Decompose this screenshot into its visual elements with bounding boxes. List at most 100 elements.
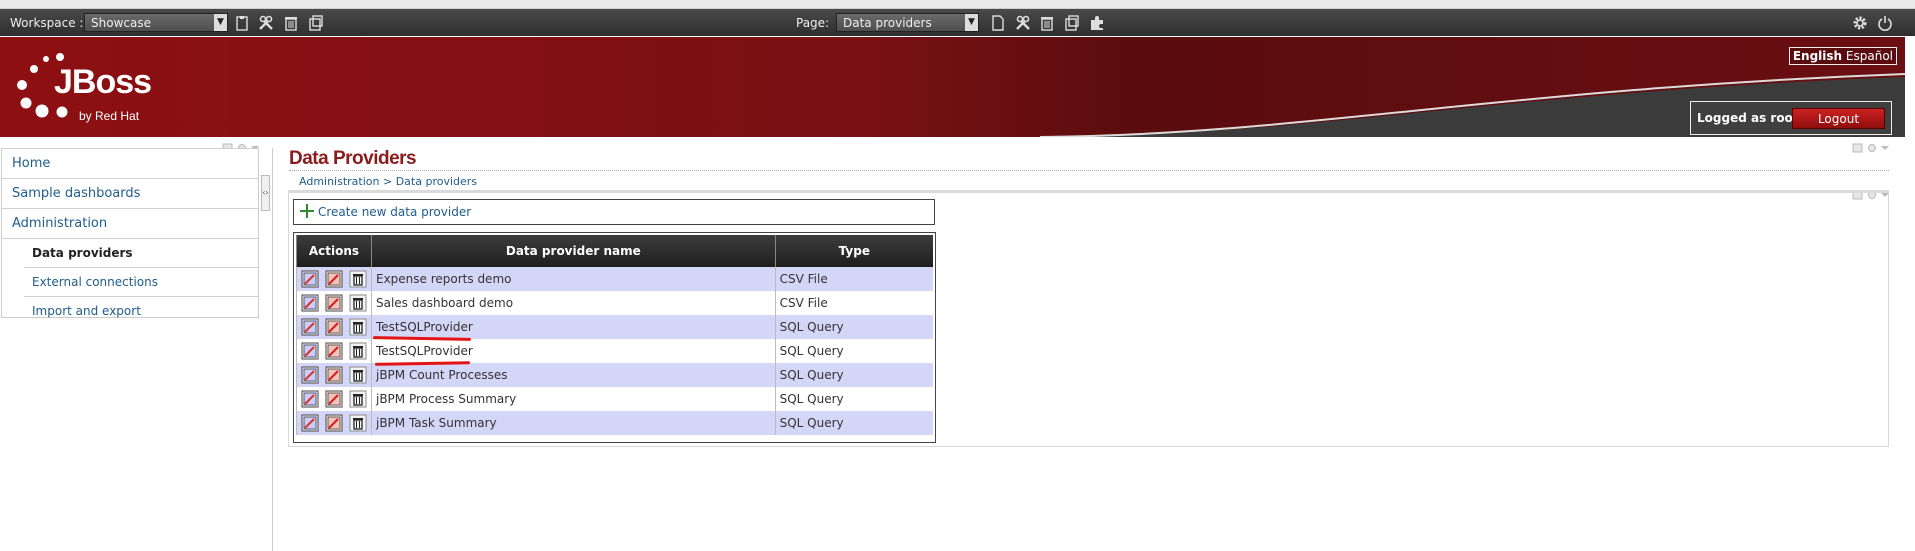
provider-type-cell: SQL Query [774,387,933,411]
table-row: Sales dashboard demo CSV File [296,291,933,315]
tools-icon[interactable] [1015,15,1031,31]
workspace-select-value: Showcase [91,16,151,30]
provider-name-cell[interactable]: TestSQLProvider [370,339,776,363]
table-row: Expense reports demo CSV File [296,267,933,291]
jboss-logo: JBoss by Red Hat [17,53,152,123]
delete-icon[interactable] [349,342,367,360]
row-actions [296,291,372,315]
edit-icon[interactable] [301,318,319,336]
page-label: Page: [796,16,830,30]
provider-name-cell[interactable]: Sales dashboard demo [370,291,776,315]
language-switcher: English Español [1788,47,1897,65]
page-title: Data Providers [289,148,417,169]
provider-name-cell[interactable]: Expense reports demo [370,267,776,291]
chevron-down-icon: ▼ [965,14,978,31]
chevron-down-icon: ▼ [214,14,227,31]
login-status-box: Logged as root Logout [1690,101,1892,135]
row-actions [296,315,372,339]
delete-icon[interactable] [349,318,367,336]
sidebar-nav: Home Sample dashboards Administration Da… [1,148,259,318]
copy-icon[interactable] [308,15,324,31]
header-wave [0,73,1905,137]
layout-divider [272,148,273,551]
clipboard-icon[interactable] [234,15,250,31]
edit-icon[interactable] [301,342,319,360]
properties-icon[interactable] [325,318,343,336]
provider-name-cell[interactable]: jBPM Task Summary [370,411,776,435]
delete-icon[interactable] [349,414,367,432]
trash-icon[interactable] [1039,15,1055,31]
provider-name-cell[interactable]: TestSQLProvider [370,315,776,339]
table-row: jBPM Count Processes SQL Query [296,363,933,387]
provider-type-cell: SQL Query [774,315,933,339]
col-header-type[interactable]: Type [774,235,933,267]
workspace-label: Workspace : [10,16,84,30]
logo-subtext: by Red Hat [79,109,140,123]
plus-icon[interactable] [300,204,314,218]
delete-icon[interactable] [349,270,367,288]
col-header-actions: Actions [296,235,372,267]
sidebar-item-external-connections[interactable]: External connections [24,268,258,297]
tools-icon[interactable] [258,15,274,31]
create-provider-link[interactable]: Create new data provider [318,205,471,219]
sidebar-item-import-export[interactable]: Import and export [24,297,258,325]
properties-icon[interactable] [325,366,343,384]
row-actions [296,339,372,363]
table-row: TestSQLProvider SQL Query [296,315,933,339]
new-page-icon[interactable] [990,15,1006,31]
col-header-name[interactable]: Data provider name [370,235,776,267]
title-divider [289,170,1889,171]
row-actions [296,411,372,435]
sidebar-collapse-handle[interactable]: ‹› [261,175,270,211]
sidebar-item-sample-dashboards[interactable]: Sample dashboards [2,179,258,209]
sidebar-item-home[interactable]: Home [2,149,258,179]
content-panel-top-bar [288,190,1889,193]
breadcrumb[interactable]: Administration > Data providers [299,175,477,188]
provider-name-cell[interactable]: jBPM Process Summary [370,387,776,411]
page-select[interactable]: Data providers ▼ [836,13,979,32]
logout-button[interactable]: Logout [1792,108,1885,129]
lang-english[interactable]: English [1793,49,1842,63]
provider-type-cell: SQL Query [774,363,933,387]
lang-espanol[interactable]: Español [1846,49,1893,63]
delete-icon[interactable] [349,294,367,312]
sidebar-item-administration[interactable]: Administration [2,209,258,239]
edit-icon[interactable] [301,414,319,432]
create-provider-box: Create new data provider [293,199,935,225]
row-actions [296,363,372,387]
trash-icon[interactable] [283,15,299,31]
logged-as-label: Logged as root [1697,111,1799,125]
table-row: jBPM Process Summary SQL Query [296,387,933,411]
site-header: JBoss by Red Hat English Español [0,37,1905,137]
provider-type-cell: CSV File [774,291,933,315]
browser-top-strip [0,0,1915,9]
table-row: jBPM Task Summary SQL Query [296,411,933,435]
workspace-select[interactable]: Showcase ▼ [84,13,228,32]
delete-icon[interactable] [349,366,367,384]
providers-table: Actions Data provider name Type Expense … [296,235,933,435]
provider-type-cell: SQL Query [774,339,933,363]
properties-icon[interactable] [325,294,343,312]
provider-type-cell: SQL Query [774,411,933,435]
provider-type-cell: CSV File [774,267,933,291]
edit-icon[interactable] [301,390,319,408]
delete-icon[interactable] [349,390,367,408]
admin-toolbar: Workspace : Showcase ▼ Page: Data provid… [0,9,1915,36]
copy-icon[interactable] [1064,15,1080,31]
properties-icon[interactable] [325,390,343,408]
provider-name-cell[interactable]: jBPM Count Processes [370,363,776,387]
properties-icon[interactable] [325,414,343,432]
edit-icon[interactable] [301,294,319,312]
row-actions [296,387,372,411]
sidebar-item-data-providers[interactable]: Data providers [24,239,258,268]
puzzle-icon[interactable] [1089,15,1105,31]
gear-icon[interactable] [1852,15,1868,31]
properties-icon[interactable] [325,342,343,360]
edit-icon[interactable] [301,366,319,384]
edit-icon[interactable] [301,270,319,288]
title-panel-controls[interactable] [1852,143,1890,153]
power-icon[interactable] [1877,15,1893,31]
table-row: TestSQLProvider SQL Query [296,339,933,363]
properties-icon[interactable] [325,270,343,288]
logo-text: JBoss [54,63,151,101]
